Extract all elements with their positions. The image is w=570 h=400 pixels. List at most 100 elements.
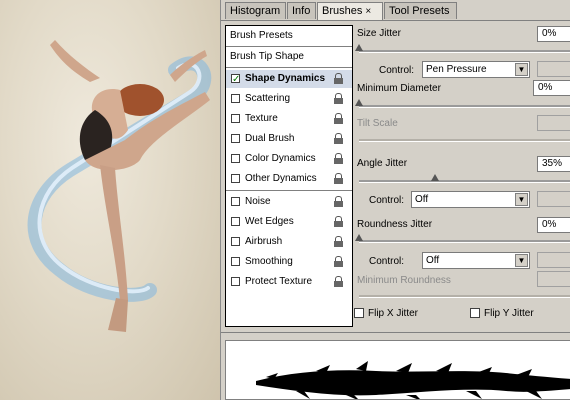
size-jitter-slider-thumb[interactable]: [355, 44, 363, 51]
checkbox-scattering[interactable]: [231, 94, 240, 103]
lock-icon[interactable]: [334, 73, 343, 84]
control-select-2[interactable]: Off ▼: [411, 191, 530, 208]
checkbox-wet-edges[interactable]: [231, 217, 240, 226]
tab-info[interactable]: Info: [287, 2, 316, 19]
size-jitter-label: Size Jitter: [357, 28, 401, 39]
list-item-protect-texture[interactable]: Protect Texture: [226, 273, 352, 291]
tilt-scale-label: Tilt Scale: [357, 118, 398, 129]
chevron-down-icon[interactable]: ▼: [515, 63, 528, 76]
list-item-shape-dynamics[interactable]: Shape Dynamics: [226, 70, 352, 89]
list-item-other-dynamics[interactable]: Other Dynamics: [226, 170, 352, 188]
brushes-panel: Histogram Info Brushes × Tool Presets Bru…: [220, 0, 570, 400]
list-item-wet-edges[interactable]: Wet Edges: [226, 213, 352, 231]
tab-info-label: Info: [292, 5, 311, 17]
checkbox-protect-texture[interactable]: [231, 277, 240, 286]
checkbox-smoothing[interactable]: [231, 257, 240, 266]
list-item-label: Airbrush: [245, 236, 283, 247]
tab-brushes[interactable]: Brushes ×: [317, 2, 383, 20]
checkbox-shape-dynamics[interactable]: [231, 71, 240, 89]
brush-stroke-preview: [225, 340, 570, 400]
chevron-down-icon[interactable]: ▼: [515, 193, 528, 206]
checkbox-airbrush[interactable]: [231, 237, 240, 246]
control-select-1[interactable]: Pen Pressure ▼: [422, 61, 530, 78]
control-select-3[interactable]: Off ▼: [422, 252, 530, 269]
lock-icon[interactable]: [334, 93, 343, 104]
flip-x-checkbox[interactable]: [354, 308, 364, 318]
lock-icon[interactable]: [334, 276, 343, 287]
list-item-label: Texture: [245, 113, 278, 124]
lock-icon[interactable]: [334, 173, 343, 184]
list-item-label: Protect Texture: [245, 276, 313, 287]
min-diameter-slider[interactable]: [359, 105, 570, 108]
list-item-label: Other Dynamics: [245, 173, 317, 184]
tilt-scale-field: [537, 115, 570, 131]
checkbox-other-dynamics[interactable]: [231, 174, 240, 183]
list-item-smoothing[interactable]: Smoothing: [226, 253, 352, 271]
checkbox-dual-brush[interactable]: [231, 134, 240, 143]
lock-icon[interactable]: [334, 113, 343, 124]
size-jitter-slider[interactable]: [359, 50, 570, 53]
list-item-label: Color Dynamics: [245, 153, 316, 164]
close-icon[interactable]: ×: [365, 6, 371, 17]
lock-icon[interactable]: [334, 133, 343, 144]
control-label: Control:: [369, 195, 405, 206]
dancer-image: [27, 40, 212, 332]
control-label: Control:: [379, 65, 415, 76]
lock-icon[interactable]: [334, 153, 343, 164]
list-item-label: Noise: [245, 196, 271, 207]
tab-tool-presets-label: Tool Presets: [389, 5, 450, 17]
tab-brushes-label: Brushes: [322, 5, 363, 17]
divider: [226, 190, 352, 191]
control-label: Control:: [369, 256, 405, 267]
lock-icon[interactable]: [334, 196, 343, 207]
tilt-scale-slider: [359, 139, 570, 142]
control-extra-field: [537, 61, 570, 77]
list-item-color-dynamics[interactable]: Color Dynamics: [226, 150, 352, 168]
brush-presets-item[interactable]: Brush Presets: [226, 26, 352, 47]
lock-icon[interactable]: [334, 216, 343, 227]
control-select-value: Off: [426, 255, 440, 266]
list-item-noise[interactable]: Noise: [226, 193, 352, 211]
roundness-jitter-field[interactable]: 0%: [537, 217, 570, 233]
canvas-photo: [0, 0, 220, 400]
angle-jitter-slider[interactable]: [359, 180, 570, 183]
brush-tip-shape-item[interactable]: Brush Tip Shape: [230, 51, 304, 62]
divider: [221, 332, 570, 333]
checkbox-noise[interactable]: [231, 197, 240, 206]
size-jitter-field[interactable]: 0%: [537, 26, 570, 42]
min-diameter-label: Minimum Diameter: [357, 83, 441, 94]
roundness-jitter-slider-thumb[interactable]: [355, 234, 363, 241]
list-item-dual-brush[interactable]: Dual Brush: [226, 130, 352, 148]
list-item-label: Smoothing: [245, 256, 293, 267]
min-roundness-slider: [359, 295, 570, 298]
flip-y-label: Flip Y Jitter: [484, 308, 534, 319]
checkbox-texture[interactable]: [231, 114, 240, 123]
flip-y-checkbox[interactable]: [470, 308, 480, 318]
panel-tab-bar: Histogram Info Brushes × Tool Presets: [221, 0, 570, 21]
list-item-airbrush[interactable]: Airbrush: [226, 233, 352, 251]
min-roundness-field: [537, 271, 570, 287]
min-diameter-slider-thumb[interactable]: [355, 99, 363, 106]
brush-stroke-image: [256, 361, 570, 399]
chevron-down-icon[interactable]: ▼: [515, 254, 528, 267]
roundness-jitter-slider[interactable]: [359, 240, 570, 243]
angle-jitter-slider-thumb[interactable]: [431, 174, 439, 181]
roundness-jitter-label: Roundness Jitter: [357, 219, 433, 230]
control-extra-field: [537, 252, 570, 268]
list-item-texture[interactable]: Texture: [226, 110, 352, 128]
checkbox-color-dynamics[interactable]: [231, 154, 240, 163]
tab-tool-presets[interactable]: Tool Presets: [384, 2, 457, 19]
flip-x-label: Flip X Jitter: [368, 308, 419, 319]
min-diameter-field[interactable]: 0%: [533, 80, 570, 96]
list-item-scattering[interactable]: Scattering: [226, 90, 352, 108]
tab-histogram[interactable]: Histogram: [225, 2, 286, 19]
angle-jitter-label: Angle Jitter: [357, 158, 408, 169]
angle-jitter-field[interactable]: 35%: [537, 156, 570, 172]
control-extra-field: [537, 191, 570, 207]
control-select-value: Off: [415, 194, 429, 205]
lock-icon[interactable]: [334, 236, 343, 247]
list-item-label: Wet Edges: [245, 216, 294, 227]
lock-icon[interactable]: [334, 256, 343, 267]
list-item-label: Dual Brush: [245, 133, 295, 144]
list-item-label: Shape Dynamics: [245, 73, 326, 84]
